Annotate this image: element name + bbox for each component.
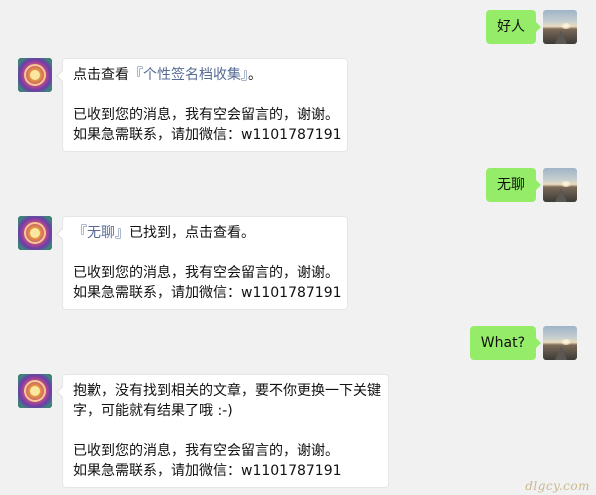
message-row-bot: 点击查看『个性签名档收集』。 已收到您的消息，我有空会留言的，谢谢。 如果急需联… — [0, 58, 596, 152]
user-avatar-icon[interactable] — [543, 326, 577, 360]
message-row-user: 好人 — [0, 10, 596, 44]
chat-window: 好人 点击查看『个性签名档收集』。 已收到您的消息，我有空会留言的，谢谢。 如果… — [0, 0, 596, 495]
auto-reply-line-1: 已收到您的消息，我有空会留言的，谢谢。 — [73, 107, 339, 123]
user-message-bubble[interactable]: 无聊 — [486, 168, 541, 202]
bot-message-bubble: 『无聊』已找到，点击查看。 已收到您的消息，我有空会留言的，谢谢。 如果急需联系… — [56, 216, 348, 310]
user-message-bubble[interactable]: 好人 — [486, 10, 541, 44]
auto-reply-line-2: 如果急需联系，请加微信：w1101787191 — [73, 463, 342, 479]
message-text: What? — [480, 335, 525, 351]
apology-line-1: 抱歉，没有找到相关的文章，要不你更换一下关键 — [73, 383, 381, 399]
user-message-bubble[interactable]: What? — [469, 326, 542, 360]
auto-reply-line-1: 已收到您的消息，我有空会留言的，谢谢。 — [73, 265, 339, 281]
bot-message-bubble: 点击查看『个性签名档收集』。 已收到您的消息，我有空会留言的，谢谢。 如果急需联… — [56, 58, 348, 152]
auto-reply-line-2: 如果急需联系，请加微信：w1101787191 — [73, 127, 342, 143]
intro-suffix: 。 — [248, 67, 262, 83]
user-avatar-icon[interactable] — [543, 168, 577, 202]
watermark: dlgcy.com — [525, 479, 590, 493]
message-row-user: What? — [0, 326, 596, 360]
message-text: 无聊 — [497, 177, 525, 193]
message-row-bot: 抱歉，没有找到相关的文章，要不你更换一下关键 字，可能就有结果了哦 :-) 已收… — [0, 374, 596, 488]
intro-prefix: 点击查看 — [73, 67, 129, 83]
apology-line-2: 字，可能就有结果了哦 :-) — [73, 403, 233, 419]
auto-reply-line-2: 如果急需联系，请加微信：w1101787191 — [73, 285, 342, 301]
message-row-user: 无聊 — [0, 168, 596, 202]
message-row-bot: 『无聊』已找到，点击查看。 已收到您的消息，我有空会留言的，谢谢。 如果急需联系… — [0, 216, 596, 310]
article-link[interactable]: 『个性签名档收集』 — [129, 67, 248, 83]
bot-avatar-icon[interactable] — [18, 58, 52, 92]
message-text: 好人 — [497, 19, 525, 35]
bot-intro-line: 点击查看『个性签名档收集』。 — [73, 65, 337, 85]
bot-avatar-icon[interactable] — [18, 216, 52, 250]
article-link[interactable]: 『无聊』 — [73, 225, 129, 241]
bot-avatar-icon[interactable] — [18, 374, 52, 408]
user-avatar-icon[interactable] — [543, 10, 577, 44]
intro-suffix: 已找到，点击查看。 — [129, 225, 255, 241]
bot-intro-line: 『无聊』已找到，点击查看。 — [73, 223, 337, 243]
bot-message-bubble: 抱歉，没有找到相关的文章，要不你更换一下关键 字，可能就有结果了哦 :-) 已收… — [56, 374, 389, 488]
auto-reply-line-1: 已收到您的消息，我有空会留言的，谢谢。 — [73, 443, 339, 459]
